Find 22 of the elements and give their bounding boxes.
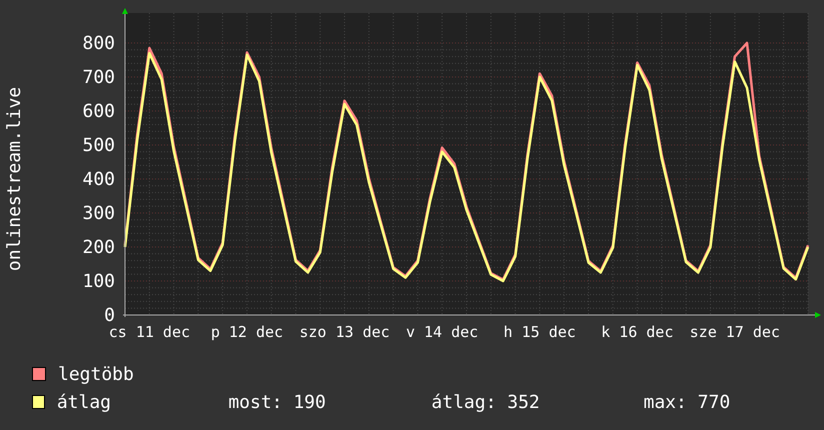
x-tick-label: cs 11 dec bbox=[108, 323, 190, 341]
legend-label: legtöbb bbox=[58, 364, 135, 384]
y-tick-label: 100 bbox=[82, 271, 115, 292]
x-tick-label: k 16 dec bbox=[601, 323, 674, 341]
x-tick-label: szo 13 dec bbox=[299, 323, 390, 341]
y-tick-label: 200 bbox=[82, 237, 115, 258]
y-tick-label: 800 bbox=[82, 33, 115, 54]
y-axis-title: onlinestream.live bbox=[4, 86, 25, 272]
y-tick-label: 0 bbox=[104, 305, 115, 326]
x-tick-label: h 15 dec bbox=[504, 323, 576, 341]
x-tick-label: sze 17 dec bbox=[690, 323, 780, 341]
x-tick-label: v 14 dec bbox=[406, 323, 478, 341]
y-tick-label: 400 bbox=[82, 169, 115, 190]
x-tick-label: p 12 dec bbox=[210, 323, 284, 341]
legend-stat: átlag: 352 bbox=[431, 392, 541, 412]
legend-stat: max: 770 bbox=[643, 392, 732, 412]
y-tick-label: 700 bbox=[82, 67, 115, 88]
legend-label: átlag bbox=[56, 392, 112, 412]
y-tick-label: 500 bbox=[82, 135, 115, 156]
legend-stat: most: 190 bbox=[228, 392, 327, 412]
y-tick-label: 600 bbox=[82, 101, 115, 122]
y-tick-label: 300 bbox=[82, 203, 115, 224]
